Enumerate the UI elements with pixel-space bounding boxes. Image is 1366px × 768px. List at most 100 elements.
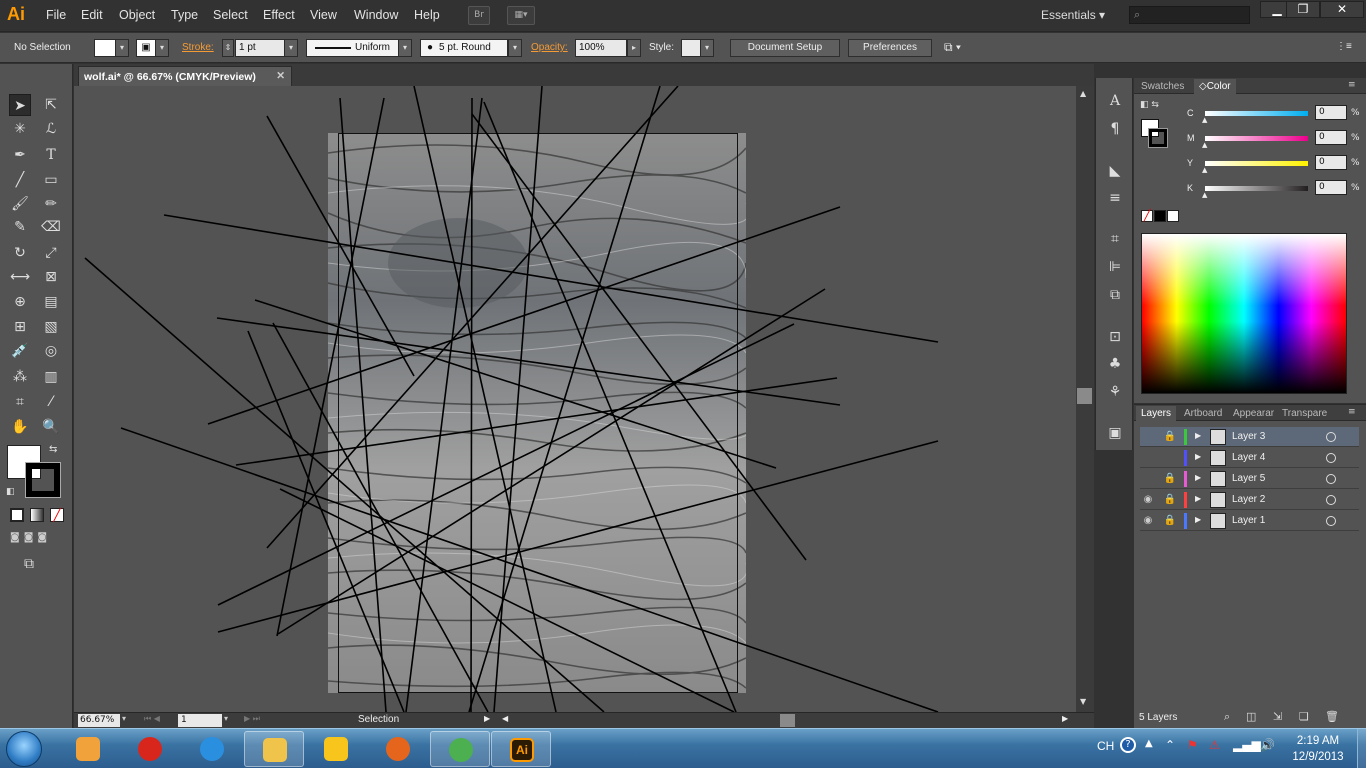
rotate-tool-icon[interactable]: ↻ — [9, 242, 31, 264]
scroll-down-icon[interactable]: ▼ — [1080, 697, 1086, 706]
gradient-tool-icon[interactable]: ▧ — [40, 316, 62, 338]
taskbar-file-explorer[interactable] — [244, 731, 304, 767]
lock-icon[interactable]: 🔒 — [1163, 472, 1177, 486]
channel-m-value[interactable]: 0 — [1315, 130, 1347, 145]
opacity-dropdown[interactable]: ▸ — [627, 39, 641, 57]
menu-window[interactable]: Window — [354, 8, 398, 22]
brush-dropdown[interactable]: ▾ — [508, 39, 522, 57]
rectangle-tool-icon[interactable]: ▭ — [40, 169, 62, 191]
visibility-eye-icon[interactable] — [1141, 451, 1155, 465]
taskbar-qq-player[interactable] — [120, 731, 180, 767]
menu-view[interactable]: View — [310, 8, 337, 22]
artboard-nav-first-icon[interactable]: ⏮ ◀ — [144, 714, 160, 724]
default-colors-icon[interactable]: ◧ — [6, 487, 15, 497]
signal-icon[interactable]: ▂▄▆ — [1233, 738, 1261, 752]
stroke-panel-icon[interactable]: ≡ — [1106, 189, 1124, 207]
stroke-dropdown[interactable]: ▾ — [155, 39, 169, 57]
search-input[interactable]: ⌕ — [1129, 6, 1250, 24]
selection-tool-icon[interactable]: ➤ — [9, 94, 31, 116]
scroll-left-icon[interactable]: ◀ — [502, 714, 508, 723]
channel-m-handle-icon[interactable]: ▲ — [1202, 141, 1207, 149]
graphic-style-swatch[interactable] — [681, 39, 701, 57]
zoom-dropdown-icon[interactable]: ▾ — [122, 714, 126, 723]
column-graph-tool-icon[interactable]: ▥ — [40, 366, 62, 388]
document-setup-button[interactable]: Document Setup — [730, 39, 840, 57]
paintbrush-tool-icon[interactable]: 🖌 — [9, 193, 31, 215]
pen-tool-icon[interactable]: ✒ — [9, 144, 31, 166]
graphic-styles-panel-icon[interactable]: ⊡ — [1106, 328, 1124, 346]
layer-row[interactable]: ◉ 🔒 ▶ Layer 1 — [1140, 511, 1359, 531]
tab-layers[interactable]: Layers — [1136, 406, 1177, 421]
symbols-panel-icon[interactable]: ♣ — [1106, 355, 1124, 373]
gradient-mode-icon[interactable] — [30, 508, 44, 522]
status-text[interactable]: Selection — [358, 714, 399, 725]
none-swatch-icon[interactable]: ╱ — [1141, 210, 1153, 222]
language-indicator[interactable]: CH — [1097, 739, 1114, 753]
mesh-tool-icon[interactable]: ⊞ — [9, 316, 31, 338]
stroke-weight-dropdown[interactable]: ▾ — [284, 39, 298, 57]
profile-dropdown[interactable]: ▾ — [398, 39, 412, 57]
help-icon[interactable]: ? — [1120, 737, 1136, 753]
variable-width-profile[interactable]: Uniform — [306, 39, 399, 57]
zoom-field[interactable]: 66.67% — [78, 714, 120, 727]
layer-row[interactable]: 🔒 ▶ Layer 3 — [1140, 427, 1359, 447]
lock-icon[interactable]: 🔒 — [1163, 493, 1177, 507]
color-stroke-swatch[interactable] — [1148, 128, 1168, 148]
taskbar-firefox[interactable] — [368, 731, 428, 767]
network-warning-icon[interactable]: ⚠ — [1209, 738, 1220, 752]
target-circle-icon[interactable] — [1326, 453, 1336, 463]
menu-object[interactable]: Object — [119, 8, 155, 22]
show-hidden-icons-icon[interactable]: ⌃ — [1165, 738, 1175, 752]
transform-panel-icon[interactable]: ⌗ — [1106, 230, 1124, 248]
perspective-grid-tool-icon[interactable]: ▤ — [40, 291, 62, 313]
screen-mode-icon[interactable]: ⧉ — [24, 556, 34, 572]
target-circle-icon[interactable] — [1326, 474, 1336, 484]
scroll-up-icon[interactable]: ▲ — [1080, 89, 1086, 98]
preferences-button[interactable]: Preferences — [848, 39, 932, 57]
type-tool-icon[interactable]: T — [40, 144, 62, 166]
slice-tool-icon[interactable]: ⁄ — [40, 391, 62, 413]
blend-tool-icon[interactable]: ◎ — [40, 340, 62, 362]
tab-color[interactable]: ◇Color — [1194, 79, 1236, 94]
channel-y-value[interactable]: 0 — [1315, 155, 1347, 170]
paragraph-panel-icon[interactable]: ¶ — [1106, 120, 1124, 138]
start-button[interactable] — [6, 731, 42, 767]
expand-arrow-icon[interactable]: ▶ — [1195, 494, 1201, 503]
drawn-line-paths[interactable] — [74, 86, 1076, 712]
color-mode-icon[interactable] — [10, 508, 24, 522]
tab-transparency[interactable]: Transpare — [1277, 406, 1327, 421]
lock-icon[interactable]: 🔒 — [1163, 430, 1177, 444]
channel-k-slider[interactable] — [1205, 186, 1308, 191]
expand-arrow-icon[interactable]: ▶ — [1195, 515, 1201, 524]
color-panel-menu-icon[interactable]: ≡ — [1348, 80, 1356, 90]
blob-brush-tool-icon[interactable]: ✎ — [9, 216, 31, 238]
channel-y-handle-icon[interactable]: ▲ — [1202, 166, 1207, 174]
layer-row[interactable]: ▶ Layer 4 — [1140, 448, 1359, 468]
visibility-eye-icon[interactable]: ◉ — [1141, 514, 1155, 528]
visibility-eye-icon[interactable] — [1141, 472, 1155, 486]
expand-arrow-icon[interactable]: ▶ — [1195, 473, 1201, 482]
status-menu-icon[interactable]: ▶ — [484, 714, 490, 723]
layer-name[interactable]: Layer 4 — [1232, 452, 1265, 463]
lock-icon[interactable]: 🔒 — [1163, 514, 1177, 528]
document-tab[interactable]: wolf.ai* @ 66.67% (CMYK/Preview) ✕ — [78, 66, 292, 86]
target-circle-icon[interactable] — [1326, 432, 1336, 442]
delete-layer-icon[interactable]: 🗑 — [1325, 710, 1339, 723]
none-mode-icon[interactable]: ╱ — [50, 508, 64, 522]
workspace-switcher[interactable]: Essentials ▾ — [1041, 8, 1105, 22]
create-sublayer-icon[interactable]: ⇲ — [1273, 710, 1282, 723]
visibility-eye-icon[interactable] — [1141, 430, 1155, 444]
symbol-sprayer-tool-icon[interactable]: ⁂ — [9, 366, 31, 388]
stroke-weight-field[interactable]: 1 pt — [235, 39, 285, 57]
magic-wand-tool-icon[interactable]: ✳ — [9, 118, 31, 140]
swap-colors-icon[interactable]: ⇆ — [49, 444, 57, 455]
zoom-tool-icon[interactable]: 🔍 — [40, 416, 62, 438]
black-swatch[interactable] — [1154, 210, 1166, 222]
channel-c-slider[interactable] — [1205, 111, 1308, 116]
stroke-weight-stepper[interactable]: ⇕ — [222, 39, 234, 57]
stroke-color-box[interactable] — [25, 462, 61, 498]
tab-artboards[interactable]: Artboard — [1179, 406, 1227, 421]
vertical-scrollbar[interactable]: ▲ ▼ — [1076, 86, 1094, 712]
create-new-layer-icon[interactable]: ❏ — [1299, 710, 1309, 723]
volume-icon[interactable]: 🔊 — [1260, 738, 1275, 752]
